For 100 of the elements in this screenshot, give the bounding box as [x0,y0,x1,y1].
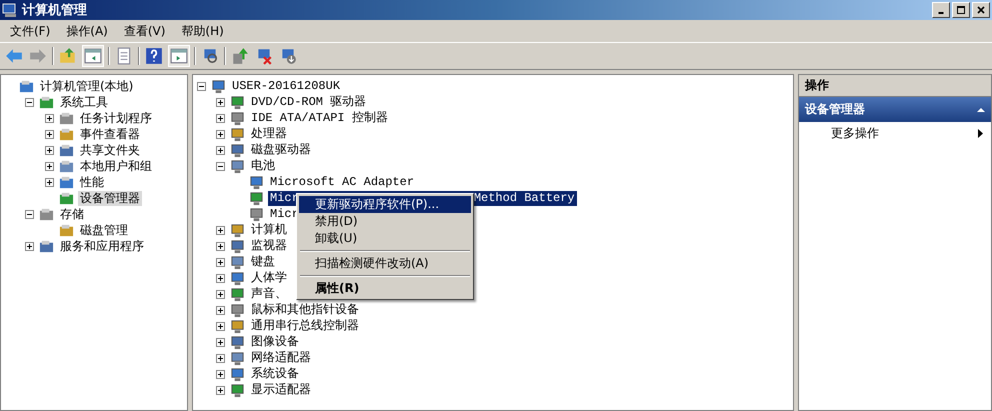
tree-item[interactable]: DVD/CD-ROM 驱动器 [249,94,368,110]
close-button[interactable] [972,2,990,18]
device-icon [230,334,245,350]
tree-item[interactable]: 网络适配器 [249,350,313,366]
device-icon [230,254,245,270]
context-menu-item[interactable]: 卸载(U) [299,230,471,247]
expand-icon[interactable] [216,290,225,298]
expand-icon[interactable] [45,162,54,170]
folder-icon [59,126,74,142]
expand-icon[interactable] [45,178,54,186]
tree-item[interactable]: 图像设备 [249,334,301,350]
expand-icon[interactable] [216,258,225,266]
expand-icon[interactable] [216,274,225,282]
folder-icon [59,174,74,190]
expand-icon[interactable] [216,98,225,106]
action-pane-icon[interactable] [168,45,190,67]
expand-icon[interactable] [45,114,54,122]
tree-item[interactable]: 计算机管理(本地) [38,78,136,94]
expand-icon[interactable] [216,130,225,138]
collapse-icon[interactable] [977,107,985,112]
tree-item[interactable]: 处理器 [249,126,289,142]
expand-icon[interactable] [25,242,34,250]
maximize-button[interactable] [952,2,970,18]
menu-item[interactable]: 帮助(H) [173,22,232,40]
tree-item[interactable]: 存储 [58,206,86,222]
tree-item[interactable]: 事件查看器 [78,126,142,142]
expand-icon[interactable] [45,130,54,138]
tree-item[interactable]: 键盘 [249,254,277,270]
collapse-icon[interactable] [25,210,34,218]
expand-icon[interactable] [216,338,225,346]
folder-icon [59,158,74,174]
action-link[interactable]: 更多操作 [799,122,991,145]
tree-item[interactable]: 监视器 [249,238,289,254]
expand-icon[interactable] [216,386,225,394]
folder-icon [39,206,54,222]
device-icon [230,270,245,286]
device-icon [230,382,245,398]
folder-icon [19,78,34,94]
tree-item[interactable]: 磁盘管理 [78,222,130,238]
tree-item[interactable]: 服务和应用程序 [58,238,146,254]
expand-icon[interactable] [216,114,225,122]
folder-icon [59,222,74,238]
folder-icon [39,238,54,254]
tree-item[interactable]: 鼠标和其他指针设备 [249,302,361,318]
help-icon[interactable] [144,46,164,66]
context-menu-item[interactable]: 属性(R) [299,280,471,297]
minimize-button[interactable] [932,2,950,18]
close-icon [976,5,986,15]
context-menu-item[interactable]: 更新驱动程序软件(P)... [299,196,471,213]
context-menu-item[interactable]: 禁用(D) [299,213,471,230]
expand-icon[interactable] [216,146,225,154]
device-icon [249,206,264,222]
tree-item[interactable]: 性能 [78,174,106,190]
tree-item[interactable]: 系统设备 [249,366,301,382]
device-icon [230,286,245,302]
collapse-icon[interactable] [25,98,34,106]
tree-item[interactable]: 共享文件夹 [78,142,142,158]
menu-item[interactable]: 文件(F) [2,22,58,40]
tree-item[interactable]: 人体学 [249,270,289,286]
pane-header: 操作 [799,75,991,97]
tree-item[interactable]: USER-20161208UK [230,78,342,94]
tree-item[interactable]: 设备管理器 [78,190,142,206]
section-header[interactable]: 设备管理器 [799,97,991,122]
tree-item[interactable]: 本地用户和组 [78,158,154,174]
tree-item[interactable]: 磁盘驱动器 [249,142,313,158]
menu-item[interactable]: 查看(V) [116,22,174,40]
collapse-icon[interactable] [197,82,206,90]
console-tree-icon[interactable] [82,45,104,67]
device-icon [249,174,264,190]
collapse-icon[interactable] [216,162,225,170]
tree-item[interactable]: IDE ATA/ATAPI 控制器 [249,110,390,126]
expand-icon[interactable] [216,242,225,250]
expand-icon[interactable] [216,226,225,234]
device-icon [230,126,245,142]
window-title: 计算机管理 [22,2,88,19]
tree-item[interactable]: 声音、 [249,286,289,302]
tree-item[interactable]: 计算机 [249,222,289,238]
folder-icon [59,142,74,158]
expand-icon[interactable] [216,370,225,378]
folder-icon [59,190,74,206]
expand-icon[interactable] [216,322,225,330]
tree-item[interactable]: 电池 [249,158,277,174]
device-icon [230,302,245,318]
device-icon [230,110,245,126]
menu-item[interactable]: 操作(A) [58,22,116,40]
device-icon [230,158,245,174]
tree-item[interactable]: 通用串行总线控制器 [249,318,361,334]
device-icon [230,318,245,334]
tree-item[interactable]: 系统工具 [58,94,110,110]
tree-item[interactable]: Microsoft AC Adapter [268,174,416,190]
expand-icon[interactable] [45,146,54,154]
tree-item[interactable]: 显示适配器 [249,382,313,398]
minimize-icon [938,12,944,14]
expand-icon[interactable] [216,354,225,362]
device-icon [230,366,245,382]
tree-item[interactable]: 任务计划程序 [78,110,154,126]
device-icon [230,222,245,238]
folder-icon [59,110,74,126]
expand-icon[interactable] [216,306,225,314]
context-menu-item[interactable]: 扫描检测硬件改动(A) [299,255,471,272]
